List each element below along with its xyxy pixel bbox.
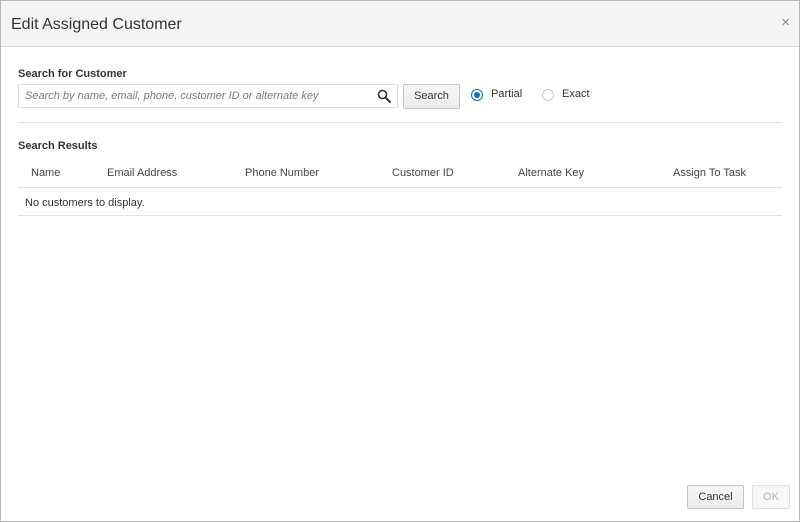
search-input[interactable] [19,85,369,107]
search-button[interactable]: Search [403,84,460,109]
column-header-assign-to-task: Assign To Task [673,167,746,179]
search-icon[interactable] [377,89,391,103]
column-header-name: Name [31,167,61,179]
empty-results-message: No customers to display. [25,197,145,209]
column-header-email: Email Address [107,167,178,179]
dialog-title: Edit Assigned Customer [11,16,182,33]
exact-radio[interactable] [542,89,554,101]
column-header-customer-id: Customer ID [392,167,454,179]
table-bottom-divider [18,215,782,216]
close-icon[interactable]: × [781,15,790,30]
column-header-phone: Phone Number [245,167,319,179]
partial-label[interactable]: Partial [491,88,522,100]
search-section-label: Search for Customer [18,68,127,80]
dialog-header: Edit Assigned Customer × [1,1,799,47]
results-section-label: Search Results [18,140,98,152]
section-divider [18,122,782,123]
table-header-divider [18,187,782,188]
search-field [18,84,398,108]
partial-radio[interactable] [471,89,483,101]
exact-label[interactable]: Exact [562,88,590,100]
edit-assigned-customer-dialog: Edit Assigned Customer × Search for Cust… [0,0,800,522]
partial-option[interactable]: Partial [471,88,531,104]
exact-option[interactable]: Exact [542,88,592,104]
column-header-alternate-key: Alternate Key [518,167,585,179]
ok-button[interactable]: OK [752,485,790,509]
cancel-button[interactable]: Cancel [687,485,744,509]
